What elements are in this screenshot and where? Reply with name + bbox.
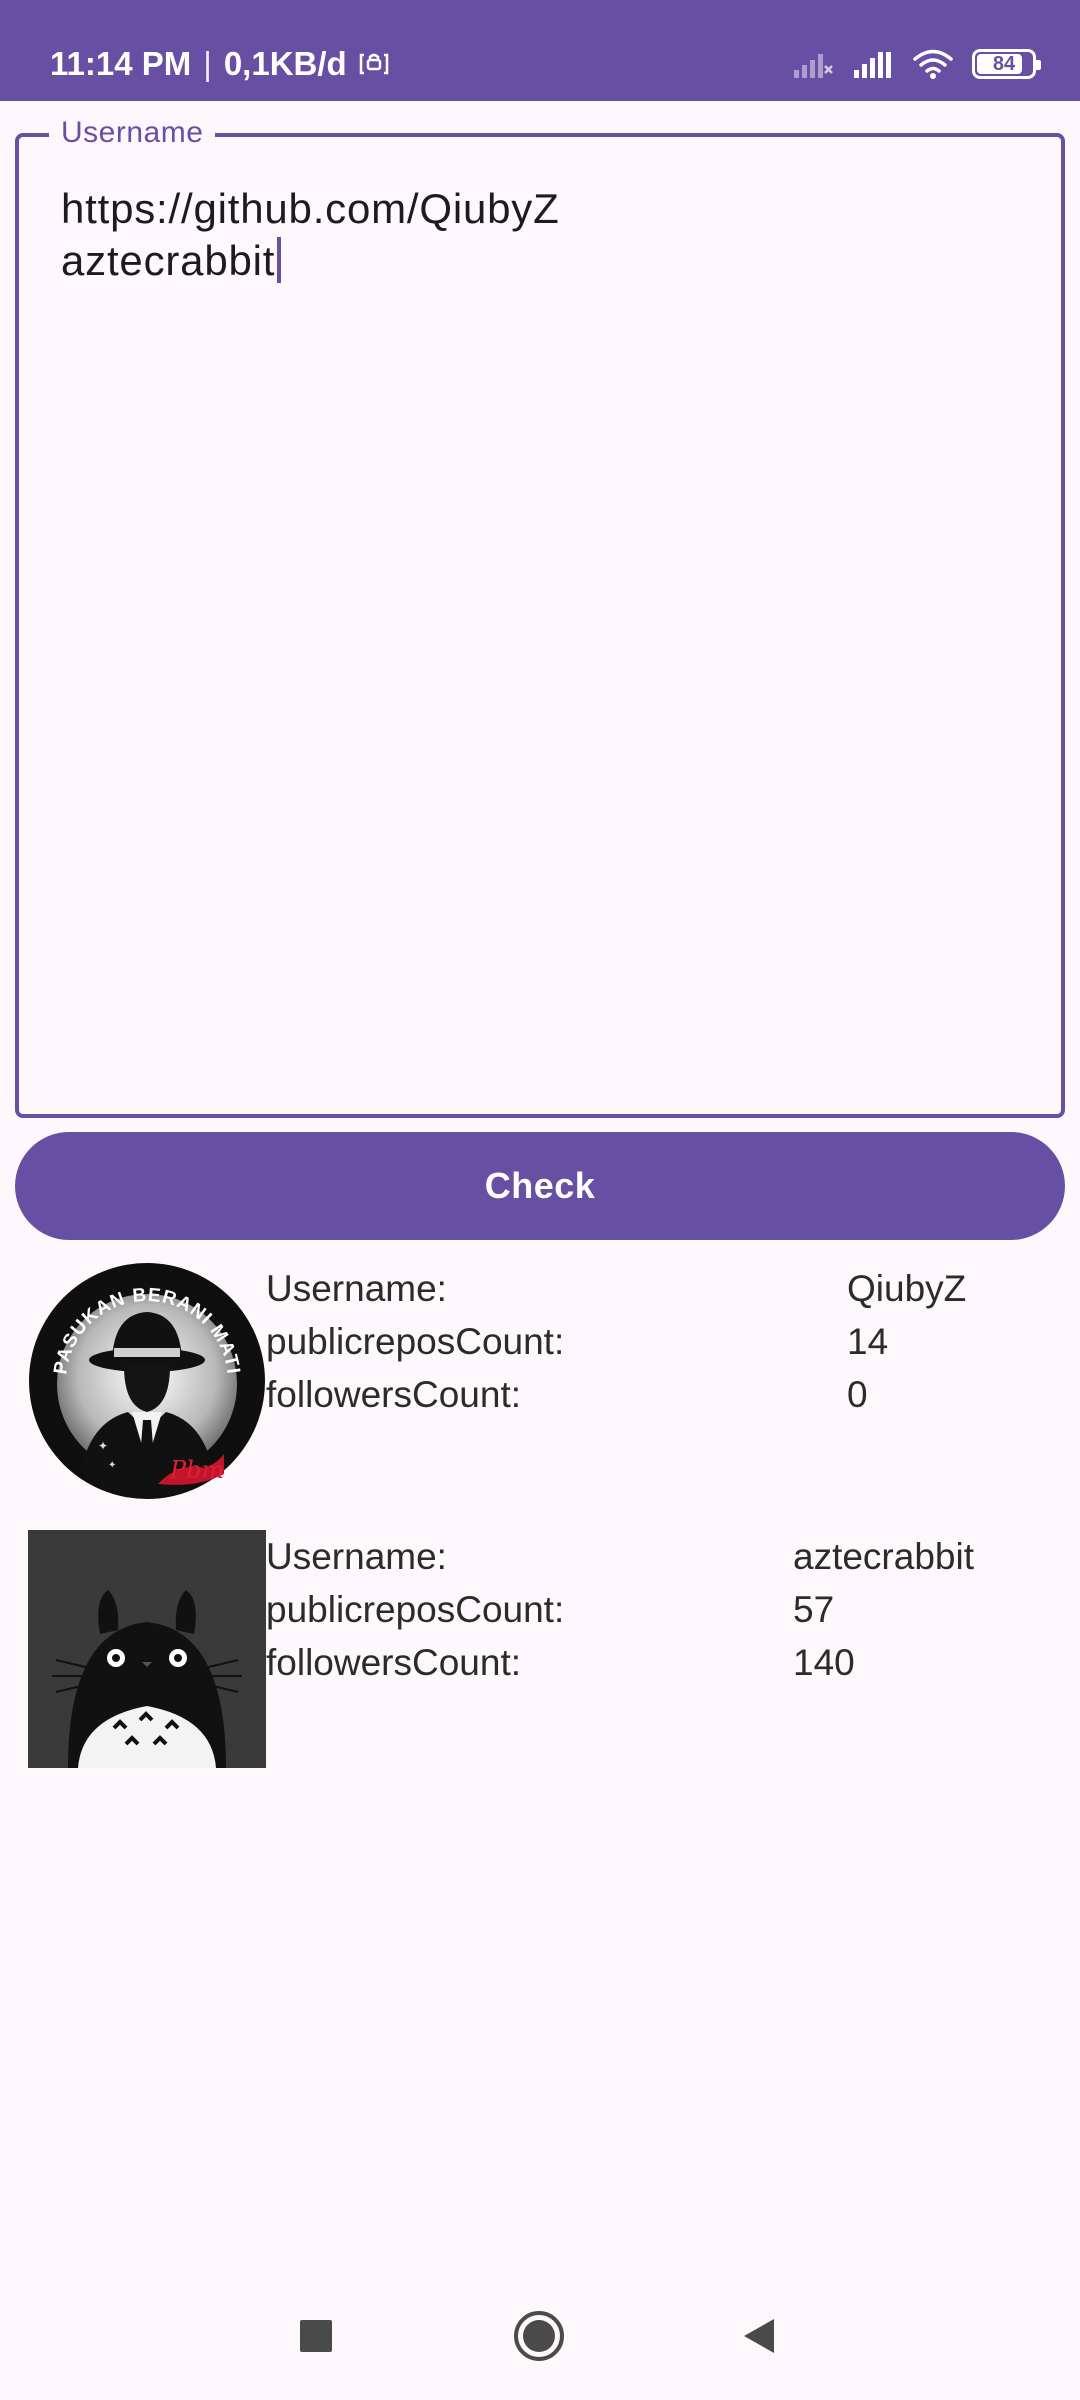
username-field[interactable]: Username https://github.com/QiubyZ aztec…	[15, 113, 1065, 1118]
result-row: publicreposCount: 14	[266, 1315, 1046, 1368]
battery-icon: 84	[972, 49, 1041, 79]
vpn-icon	[359, 53, 388, 75]
repos-value: 57	[793, 1589, 835, 1630]
recents-icon[interactable]	[298, 2318, 334, 2354]
status-left: 11:14 PM | 0,1KB/d	[50, 44, 389, 84]
wifi-icon	[913, 49, 953, 79]
navigation-bar	[0, 2270, 1080, 2400]
username-key: Username:	[266, 1536, 447, 1577]
signal-icon-empty	[794, 54, 833, 78]
repos-key: publicreposCount:	[266, 1321, 565, 1362]
username-field-value[interactable]: https://github.com/QiubyZ aztecrabbit	[61, 183, 560, 287]
result-item: Username: aztecrabbit publicreposCount: …	[28, 1530, 1068, 1770]
result-details: Username: aztecrabbit publicreposCount: …	[266, 1530, 1046, 1689]
status-separator: |	[203, 45, 212, 82]
username-value: QiubyZ	[847, 1268, 967, 1309]
repos-key: publicreposCount:	[266, 1589, 565, 1630]
repos-value: 14	[847, 1321, 889, 1362]
check-button[interactable]: Check	[15, 1132, 1065, 1240]
signal-icon-full	[854, 52, 891, 78]
username-line-1: https://github.com/QiubyZ	[61, 185, 560, 232]
username-value: aztecrabbit	[793, 1536, 974, 1577]
followers-key: followersCount:	[266, 1642, 522, 1683]
result-row: followersCount: 140	[266, 1636, 1046, 1689]
followers-value: 0	[847, 1374, 868, 1415]
followers-value: 140	[793, 1642, 855, 1683]
result-item: PASUKAN BERANI MATI ✦ ✦ Pbm Username: Qi…	[28, 1262, 1068, 1502]
battery-level: 84	[992, 52, 1016, 75]
clock: 11:14 PM	[50, 45, 192, 82]
text-cursor	[277, 237, 282, 283]
result-row: Username: aztecrabbit	[266, 1530, 1046, 1583]
username-line-2: aztecrabbit	[61, 237, 276, 284]
followers-key: followersCount:	[266, 1374, 522, 1415]
svg-text:✦: ✦	[98, 1439, 108, 1453]
mafia-hat-avatar: PASUKAN BERANI MATI ✦ ✦ Pbm	[29, 1263, 265, 1499]
back-icon[interactable]	[740, 2316, 780, 2356]
avatar-signature: Pbm	[169, 1456, 224, 1484]
totoro-avatar	[28, 1530, 266, 1768]
data-rate: 0,1KB/d	[223, 45, 347, 82]
battery-cap	[1036, 60, 1041, 70]
status-right: 84	[792, 44, 1041, 84]
result-row: Username: QiubyZ	[266, 1262, 1046, 1315]
svg-text:✦: ✦	[108, 1460, 116, 1471]
result-row: publicreposCount: 57	[266, 1583, 1046, 1636]
status-bar: 11:14 PM | 0,1KB/d 84	[0, 0, 1080, 101]
result-details: Username: QiubyZ publicreposCount: 14 fo…	[266, 1262, 1046, 1421]
home-icon[interactable]	[513, 2310, 565, 2362]
username-field-label: Username	[49, 113, 216, 153]
result-row: followersCount: 0	[266, 1368, 1046, 1421]
username-key: Username:	[266, 1268, 447, 1309]
